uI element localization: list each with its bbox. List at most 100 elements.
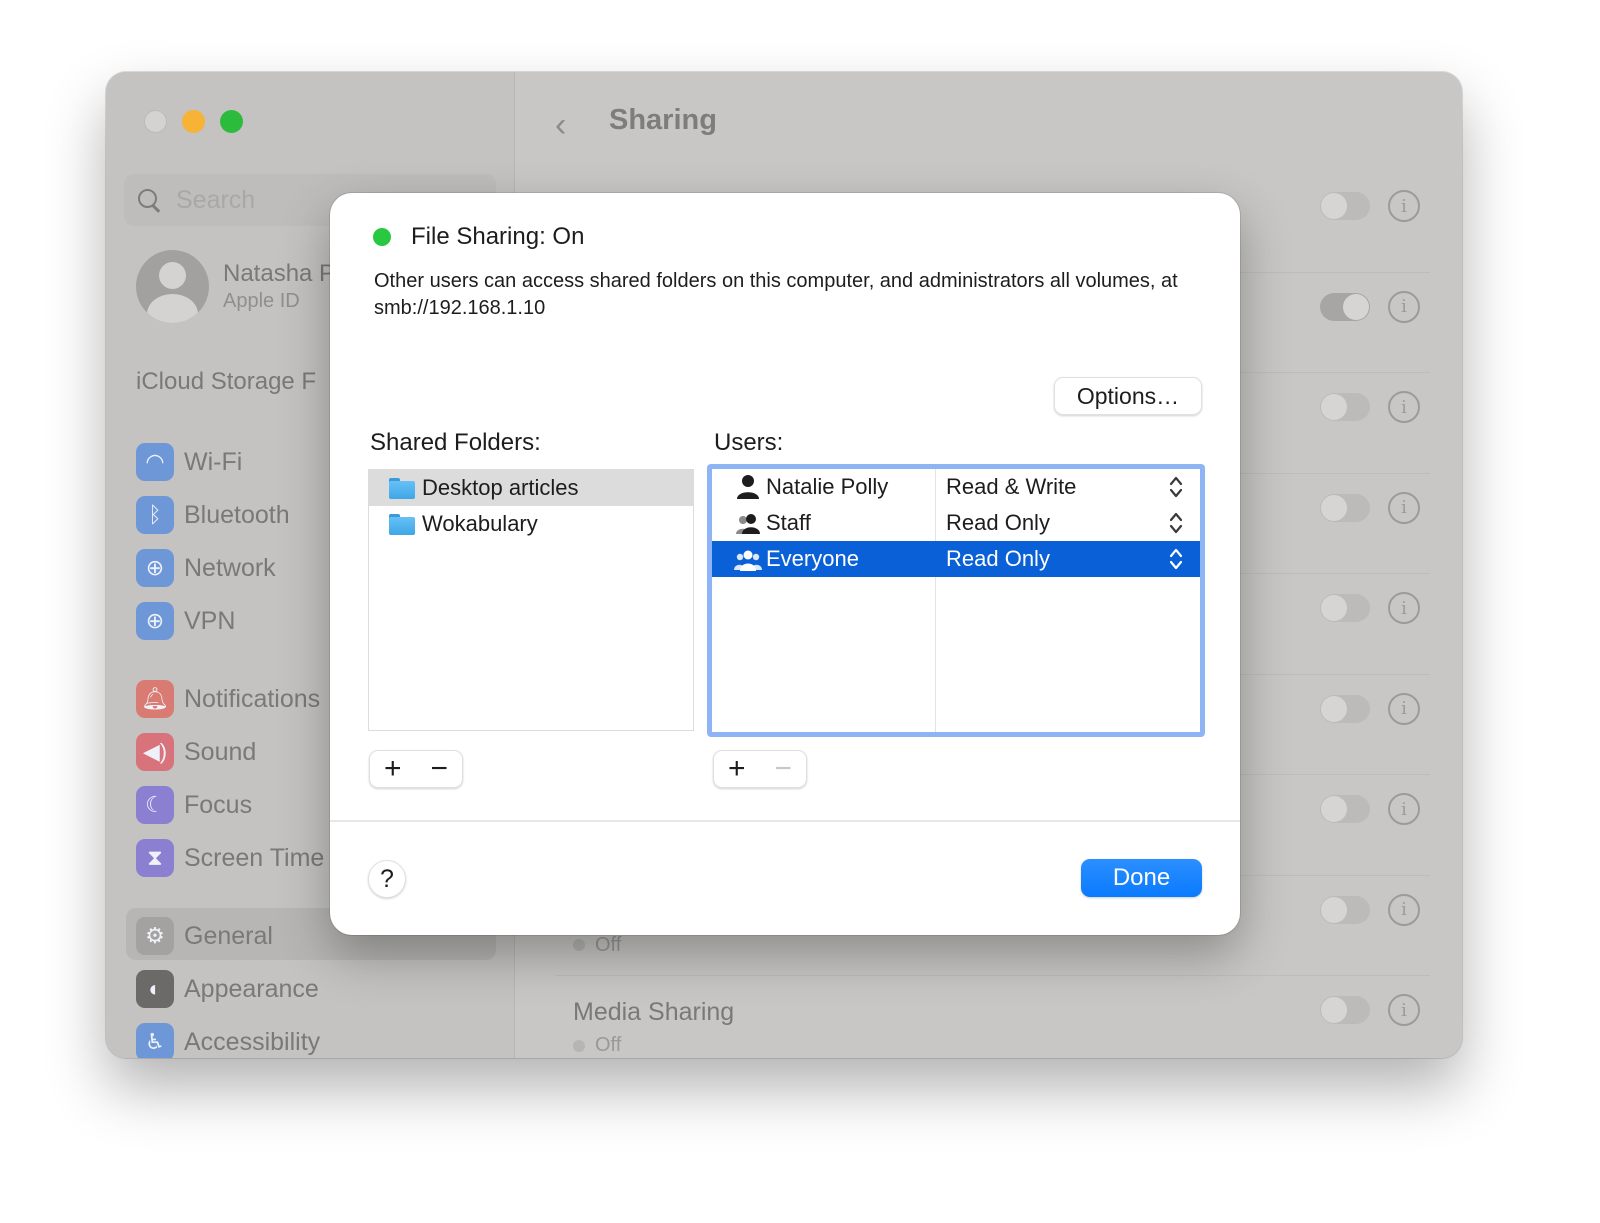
- gear-icon: ⚙: [136, 917, 174, 955]
- profile-subtitle: Apple ID: [223, 290, 300, 312]
- user-name: Staff: [766, 510, 811, 535]
- bluetooth-icon: ᛒ: [136, 496, 174, 534]
- sidebar-item-label: Appearance: [184, 974, 319, 1003]
- status-dot-icon: [573, 939, 585, 951]
- done-button[interactable]: Done: [1081, 859, 1202, 897]
- add-folder-button[interactable]: +: [370, 752, 416, 786]
- service-toggle[interactable]: [1320, 292, 1370, 321]
- info-icon[interactable]: i: [1388, 391, 1420, 423]
- info-icon[interactable]: i: [1388, 491, 1420, 524]
- sidebar-item-appearance[interactable]: ◐ Appearance: [136, 968, 319, 1010]
- folder-name: Wokabulary: [422, 511, 538, 536]
- user-row[interactable]: Staff Read Only: [712, 505, 1200, 541]
- users-label: Users:: [714, 429, 784, 456]
- sidebar-item-focus[interactable]: ☾ Focus: [136, 784, 252, 826]
- service-status: Off: [573, 934, 621, 957]
- info-icon[interactable]: i: [1388, 190, 1420, 222]
- status-label: File Sharing: On: [411, 223, 585, 250]
- service-toggle[interactable]: [1320, 795, 1370, 823]
- permission-popup[interactable]: Read Only: [946, 510, 1050, 536]
- permission-popup[interactable]: Read & Write: [946, 474, 1076, 500]
- service-status: Off: [573, 1034, 621, 1057]
- users-permissions-table[interactable]: Natalie Polly Read & Write Staff Read Only E…: [707, 464, 1205, 737]
- info-icon[interactable]: i: [1388, 994, 1420, 1026]
- service-toggle[interactable]: [1320, 594, 1370, 622]
- remove-user-button[interactable]: −: [761, 752, 807, 786]
- sidebar-item-label: Network: [184, 553, 276, 582]
- info-icon[interactable]: i: [1388, 692, 1420, 725]
- info-icon[interactable]: i: [1388, 592, 1420, 624]
- service-name: Media Sharing: [573, 998, 735, 1026]
- sidebar-item-label: Screen Time: [184, 843, 325, 872]
- user-row[interactable]: Natalie Polly Read & Write: [712, 469, 1200, 505]
- minimize-window-button[interactable]: [182, 110, 205, 133]
- info-icon[interactable]: i: [1388, 893, 1420, 926]
- sidebar-item-bluetooth[interactable]: ᛒ Bluetooth: [136, 494, 290, 536]
- apple-id-profile[interactable]: Natasha P Apple ID: [136, 250, 335, 323]
- folder-icon: [389, 477, 415, 499]
- sidebar-item-network[interactable]: ⊕ Network: [136, 547, 276, 589]
- folder-name: Desktop articles: [422, 475, 579, 500]
- status-dot-icon: [573, 1039, 585, 1052]
- users-add-remove-control: + −: [713, 750, 807, 788]
- sidebar-item-accessibility[interactable]: ♿︎ Accessibility: [136, 1021, 320, 1058]
- sidebar-item-notifications[interactable]: 🔔︎ Notifications: [136, 678, 320, 720]
- user-name: Everyone: [766, 546, 859, 571]
- service-toggle[interactable]: [1320, 192, 1370, 220]
- sidebar-item-label: Wi-Fi: [184, 447, 243, 476]
- sidebar-item-general[interactable]: ⚙ General: [136, 915, 273, 957]
- service-toggle[interactable]: [1320, 895, 1370, 924]
- icloud-storage-item[interactable]: iCloud Storage F: [136, 368, 316, 396]
- user-name: Natalie Polly: [766, 474, 889, 499]
- user-row[interactable]: Everyone Read Only: [712, 541, 1200, 577]
- page-title: Sharing: [609, 104, 717, 136]
- moon-icon: ☾: [136, 786, 174, 824]
- permission-popup[interactable]: Read Only: [946, 546, 1050, 572]
- remove-folder-button[interactable]: −: [417, 752, 463, 786]
- shared-folders-list[interactable]: Desktop articles Wokabulary: [368, 469, 694, 731]
- chevron-up-down-icon[interactable]: [1168, 510, 1184, 536]
- chevron-up-down-icon[interactable]: [1168, 474, 1184, 500]
- sidebar-item-screen-time[interactable]: ⧗ Screen Time: [136, 837, 324, 879]
- search-icon: [136, 187, 162, 213]
- options-button[interactable]: Options…: [1054, 377, 1202, 415]
- info-icon[interactable]: i: [1388, 290, 1420, 323]
- sharing-description: Other users can access shared folders on…: [374, 270, 1178, 319]
- service-toggle[interactable]: [1320, 393, 1370, 421]
- folder-row[interactable]: Wokabulary: [369, 506, 693, 542]
- sidebar-item-label: General: [184, 921, 273, 950]
- avatar: [136, 250, 209, 323]
- file-sharing-dialog: File Sharing: On Other users can access …: [330, 193, 1240, 935]
- folder-icon: [389, 513, 415, 535]
- maximize-window-button[interactable]: [220, 110, 243, 133]
- add-user-button[interactable]: +: [714, 752, 760, 786]
- speaker-icon: ◀): [136, 733, 174, 771]
- sidebar-item-label: Focus: [184, 790, 253, 819]
- close-window-button[interactable]: [144, 110, 167, 133]
- sidebar-item-label: Notifications: [184, 684, 321, 713]
- person-icon: [734, 474, 762, 500]
- file-sharing-status: File Sharing: On: [373, 223, 584, 251]
- folder-row[interactable]: Desktop articles: [369, 470, 693, 506]
- service-toggle[interactable]: [1320, 694, 1370, 723]
- chevron-up-down-icon[interactable]: [1168, 546, 1184, 572]
- bell-icon: 🔔︎: [136, 680, 174, 718]
- status-indicator-icon: [373, 228, 391, 246]
- sidebar-item-sound[interactable]: ◀) Sound: [136, 731, 256, 773]
- help-button[interactable]: ?: [368, 860, 406, 898]
- sidebar-item-label: Sound: [184, 737, 257, 766]
- footer-divider: [330, 820, 1240, 822]
- hourglass-icon: ⧗: [136, 839, 174, 877]
- info-icon[interactable]: i: [1388, 793, 1420, 825]
- sidebar-item-label: Accessibility: [184, 1027, 321, 1056]
- sidebar-item-vpn[interactable]: ⊕ VPN: [136, 600, 235, 642]
- back-button[interactable]: ‹: [555, 106, 566, 145]
- sidebar-item-wi-fi[interactable]: ◠ Wi-Fi: [136, 441, 242, 483]
- folders-add-remove-control: + −: [369, 750, 463, 788]
- group-icon: [734, 510, 762, 536]
- service-toggle[interactable]: [1320, 493, 1370, 522]
- sidebar-item-label: Bluetooth: [184, 500, 290, 529]
- service-toggle[interactable]: [1320, 996, 1370, 1024]
- shared-folders-label: Shared Folders:: [370, 429, 541, 456]
- profile-name: Natasha P: [223, 260, 336, 287]
